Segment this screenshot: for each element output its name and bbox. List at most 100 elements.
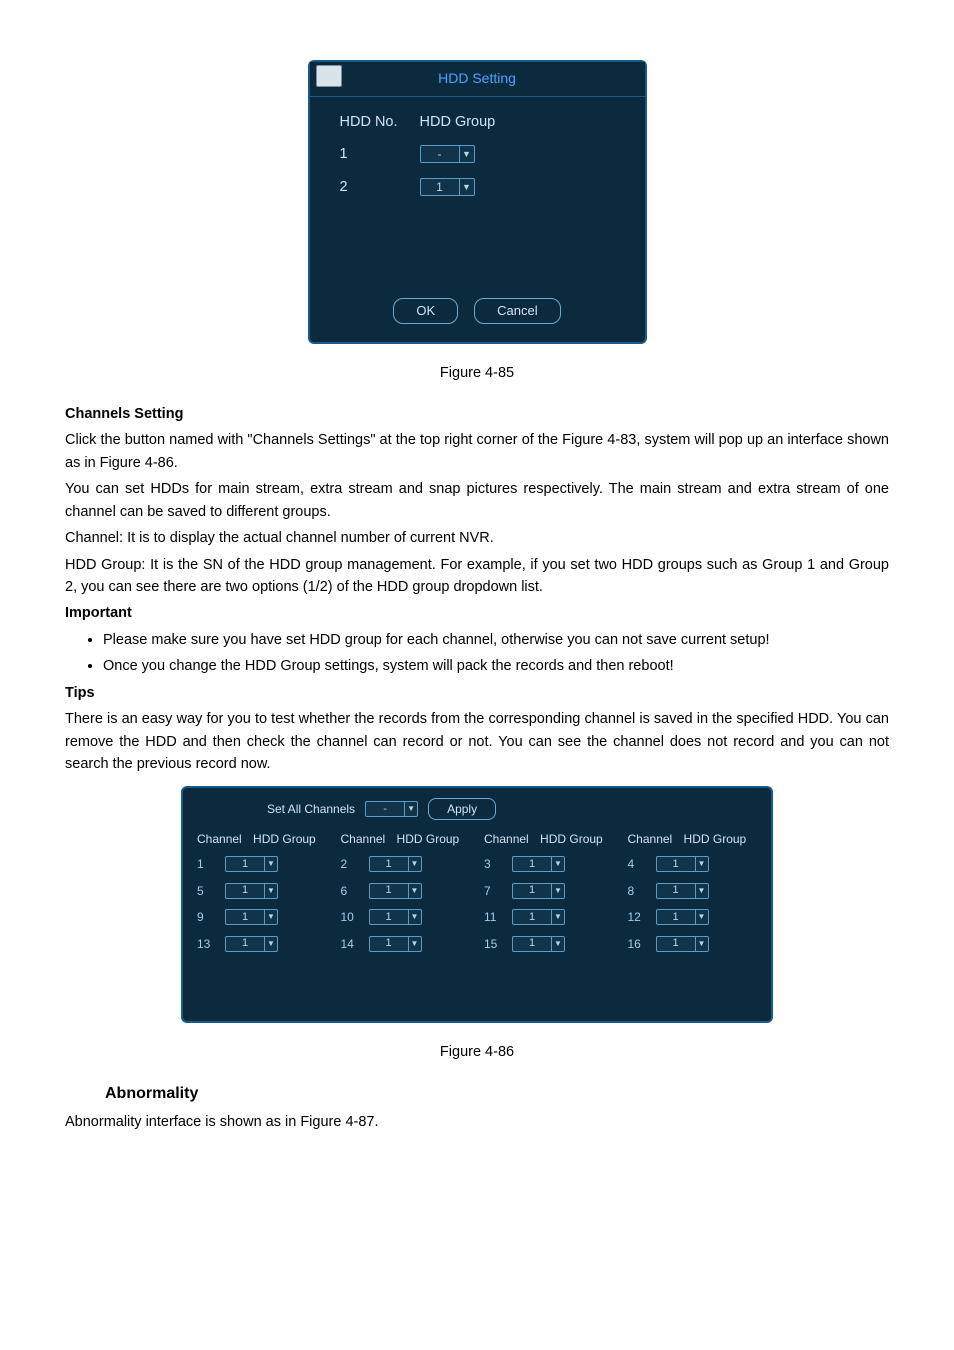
channel-cell: 111▼ [484, 908, 614, 927]
hdd-icon [316, 65, 342, 87]
channel-number: 6 [341, 882, 369, 901]
channel-group-select[interactable]: 1▼ [369, 883, 422, 899]
channel-cell: 41▼ [628, 855, 758, 874]
chevron-down-icon: ▼ [459, 179, 474, 195]
chevron-down-icon: ▼ [695, 937, 708, 951]
chevron-down-icon: ▼ [551, 857, 564, 871]
channel-group-select[interactable]: 1▼ [512, 936, 565, 952]
col-hdd-no: HDD No. [340, 111, 420, 133]
channel-cell: 91▼ [197, 908, 327, 927]
col-group: HDD Group [540, 830, 603, 849]
paragraph: There is an easy way for you to test whe… [65, 708, 889, 775]
chevron-down-icon: ▼ [695, 884, 708, 898]
paragraph: HDD Group: It is the SN of the HDD group… [65, 554, 889, 599]
chevron-down-icon: ▼ [695, 910, 708, 924]
bullet: Please make sure you have set HDD group … [103, 629, 889, 651]
channels-setting-dialog: Set All Channels - ▼ Apply Channel HDD G… [181, 786, 773, 1024]
heading-abnormality: Abnormality [105, 1082, 889, 1107]
channel-cell: 151▼ [484, 935, 614, 954]
channel-number: 8 [628, 882, 656, 901]
hdd-group-select-1[interactable]: - ▼ [420, 145, 475, 163]
channel-group-select[interactable]: 1▼ [512, 883, 565, 899]
chevron-down-icon: ▼ [408, 937, 421, 951]
col-channel: Channel [197, 830, 242, 849]
set-all-channels-label: Set All Channels [267, 800, 355, 819]
channel-cell: 131▼ [197, 935, 327, 954]
channel-group-select[interactable]: 1▼ [225, 883, 278, 899]
channel-group-select[interactable]: 1▼ [225, 856, 278, 872]
dialog-title: HDD Setting [438, 70, 516, 86]
col-hdd-group: HDD Group [420, 111, 496, 133]
col-channel: Channel [484, 830, 529, 849]
channel-group-select[interactable]: 1▼ [369, 856, 422, 872]
channel-number: 12 [628, 908, 656, 927]
chevron-down-icon: ▼ [459, 146, 474, 162]
channel-group-select[interactable]: 1▼ [512, 909, 565, 925]
hdd-setting-dialog: HDD Setting HDD No. HDD Group 1 - ▼ 2 1 … [308, 60, 647, 344]
channel-number: 2 [341, 855, 369, 874]
channel-number: 16 [628, 935, 656, 954]
chevron-down-icon: ▼ [551, 937, 564, 951]
chevron-down-icon: ▼ [264, 910, 277, 924]
heading-channels-setting: Channels Setting [65, 403, 889, 425]
channel-group-select[interactable]: 1▼ [225, 936, 278, 952]
channel-cell: 31▼ [484, 855, 614, 874]
dialog-titlebar: HDD Setting [310, 62, 645, 97]
figure-caption-85: Figure 4-85 [65, 362, 889, 384]
channel-number: 15 [484, 935, 512, 954]
channel-cell: 11▼ [197, 855, 327, 874]
channel-number: 14 [341, 935, 369, 954]
chevron-down-icon: ▼ [408, 857, 421, 871]
channel-group-select[interactable]: 1▼ [369, 936, 422, 952]
chevron-down-icon: ▼ [551, 884, 564, 898]
paragraph: You can set HDDs for main stream, extra … [65, 478, 889, 523]
channel-group-select[interactable]: 1▼ [225, 909, 278, 925]
channel-group-select[interactable]: 1▼ [656, 936, 709, 952]
channel-group-select[interactable]: 1▼ [512, 856, 565, 872]
col-group: HDD Group [397, 830, 460, 849]
bullet: Once you change the HDD Group settings, … [103, 655, 889, 677]
channel-number: 11 [484, 908, 512, 927]
channel-number: 1 [197, 855, 225, 874]
ok-button[interactable]: OK [393, 298, 458, 324]
set-all-channels-select[interactable]: - ▼ [365, 801, 418, 817]
channel-group-select[interactable]: 1▼ [656, 856, 709, 872]
channel-number: 3 [484, 855, 512, 874]
channel-cell: 61▼ [341, 882, 471, 901]
hdd-group-select-2[interactable]: 1 ▼ [420, 178, 475, 196]
channel-group-select[interactable]: 1▼ [656, 909, 709, 925]
figure-caption-86: Figure 4-86 [65, 1041, 889, 1063]
chevron-down-icon: ▼ [551, 910, 564, 924]
heading-important: Important [65, 602, 889, 624]
channel-cell: 101▼ [341, 908, 471, 927]
channel-group-select[interactable]: 1▼ [369, 909, 422, 925]
chevron-down-icon: ▼ [264, 937, 277, 951]
chevron-down-icon: ▼ [404, 802, 417, 816]
channel-number: 7 [484, 882, 512, 901]
channel-number: 13 [197, 935, 225, 954]
paragraph: Click the button named with "Channels Se… [65, 429, 889, 474]
col-channel: Channel [341, 830, 386, 849]
paragraph: Channel: It is to display the actual cha… [65, 527, 889, 549]
channel-cell: 21▼ [341, 855, 471, 874]
apply-button[interactable]: Apply [428, 798, 496, 821]
col-group: HDD Group [684, 830, 747, 849]
channel-number: 9 [197, 908, 225, 927]
channel-cell: 51▼ [197, 882, 327, 901]
channel-cell: 81▼ [628, 882, 758, 901]
channel-number: 10 [341, 908, 369, 927]
col-group: HDD Group [253, 830, 316, 849]
col-channel: Channel [628, 830, 673, 849]
channel-group-select[interactable]: 1▼ [656, 883, 709, 899]
chevron-down-icon: ▼ [264, 884, 277, 898]
channel-number: 4 [628, 855, 656, 874]
channel-cell: 141▼ [341, 935, 471, 954]
hdd-no-1: 1 [340, 143, 420, 165]
cancel-button[interactable]: Cancel [474, 298, 560, 324]
paragraph: Abnormality interface is shown as in Fig… [65, 1111, 889, 1133]
chevron-down-icon: ▼ [408, 910, 421, 924]
channel-cell: 161▼ [628, 935, 758, 954]
chevron-down-icon: ▼ [264, 857, 277, 871]
channel-cell: 71▼ [484, 882, 614, 901]
channel-cell: 121▼ [628, 908, 758, 927]
